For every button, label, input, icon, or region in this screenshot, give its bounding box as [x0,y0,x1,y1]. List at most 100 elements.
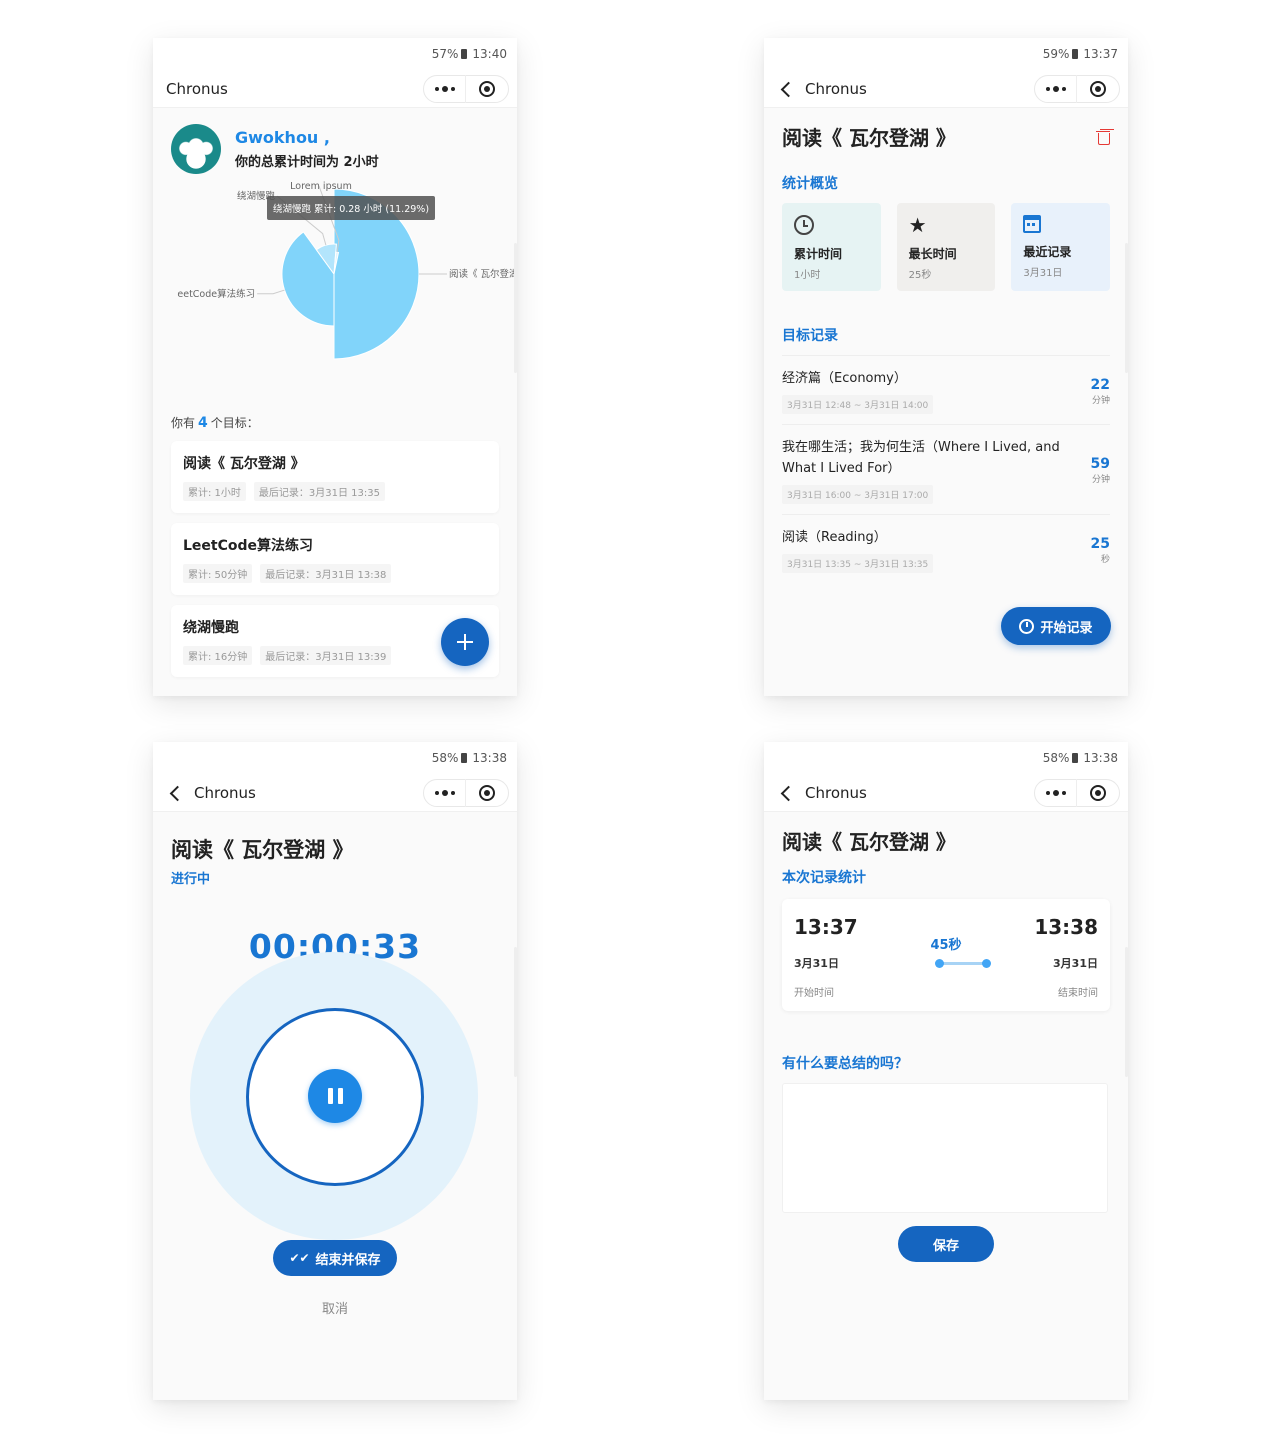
status-bar: 57% 13:40 [153,38,517,70]
goal-last-record: 最后记录：3月31日 13:39 [260,646,392,665]
start-time-label: 开始时间 [794,988,834,999]
finish-save-button[interactable]: ✔✔ 结束并保存 [273,1240,397,1276]
battery-percent: 59% [1042,47,1070,61]
close-target-icon[interactable] [466,779,508,807]
battery-icon [1072,49,1079,59]
scrollbar[interactable] [1125,243,1128,373]
record-time-range: 3月31日 16:00 ~ 3月31日 17:00 [782,485,934,504]
scrollbar[interactable] [1125,947,1128,1077]
record-time-range: 3月31日 13:35 ~ 3月31日 13:35 [782,554,934,573]
plus-icon [457,634,473,650]
close-target-icon[interactable] [1077,779,1119,807]
home-screen: 57% 13:40 Chronus Gwokhou , 你的总累计时间为 2小时… [153,38,517,696]
app-title: Chronus [805,79,867,98]
user-name: Gwokhou , [235,128,330,147]
goal-total: 累计: 16分钟 [183,646,253,665]
goal-count-line: 你有 4 个目标： [153,414,517,431]
stat-value: 3月31日 [1023,268,1063,279]
stat-label: 最近记录 [1023,245,1072,259]
more-icon[interactable] [424,74,467,103]
session-duration: 45秒 [930,938,962,953]
summary-question: 有什么要总结的吗？ [782,1056,908,1072]
records-section-title: 目标记录 [782,328,838,344]
close-target-icon[interactable] [1077,75,1119,103]
nav-bar: Chronus [153,774,517,812]
stat-label: 累计时间 [794,247,843,261]
pie-label: eetCode算法练习 [177,288,255,300]
pause-icon [337,1088,343,1104]
goal-card[interactable]: LeetCode算法练习 累计: 50分钟 最后记录：3月31日 13:38 [171,523,499,595]
more-icon[interactable] [1035,74,1078,103]
clock-icon [794,215,814,235]
stat-tiles: 累计时间 1小时 ★ 最长时间 25秒 最近记录 3月31日 [764,193,1128,291]
summary-note-input[interactable] [782,1083,1108,1213]
more-icon[interactable] [424,778,467,807]
summary-section-title: 本次记录统计 [782,870,866,886]
record-item[interactable]: 阅读（Reading） 3月31日 13:35 ~ 3月31日 13:35 25… [782,514,1110,583]
record-duration-unit: 秒 [1100,554,1110,565]
back-icon[interactable] [166,783,186,803]
avatar[interactable] [171,124,221,174]
save-button[interactable]: 保存 [898,1226,994,1262]
finish-save-label: 结束并保存 [315,1252,381,1268]
nav-bar: Chronus [764,70,1128,108]
record-item[interactable]: 我在哪生活；我为何生活（Where I Lived, and What I Li… [782,424,1110,514]
chart-tooltip-text: 绕湖慢跑 累计: 0.28 小时 (11.29%) [273,203,429,215]
end-date: 3月31日 [1053,957,1098,970]
pie-label-line [257,289,285,295]
app-title: Chronus [805,783,867,802]
record-title: 我在哪生活；我为何生活（Where I Lived, and What I Li… [782,440,1060,476]
record-duration: 22 [1090,376,1110,393]
more-icon[interactable] [1035,778,1078,807]
goal-count-prefix: 你有 [171,416,196,430]
start-date: 3月31日 [794,957,839,970]
close-target-icon[interactable] [466,75,508,103]
trash-icon[interactable] [1096,129,1110,145]
chart-tooltip: 绕湖慢跑 累计: 0.28 小时 (11.29%) [267,196,435,220]
calendar-icon [1023,215,1042,233]
battery-percent: 58% [431,751,459,765]
duration-connector [935,959,991,968]
battery-icon [461,753,468,763]
goal-title: LeetCode算法练习 [183,538,314,554]
cancel-button[interactable]: 取消 [153,1298,517,1317]
clock-time: 13:38 [472,751,507,765]
clock-time: 13:38 [1083,751,1118,765]
double-check-icon: ✔✔ [289,1251,310,1265]
back-icon[interactable] [777,783,797,803]
status-bar: 59% 13:37 [764,38,1128,70]
app-title: Chronus [166,79,228,98]
stat-tile-recent: 最近记录 3月31日 [1011,203,1111,291]
session-stats-card: 13:37 13:38 45秒 3月31日 3月31日 开始时间 结束时间 [782,899,1110,1011]
time-distribution-chart[interactable]: 阅读《 瓦尔登湖 》eetCode算法练习绕湖慢跑Lorem ipsum绕湖慢跑… [153,174,517,410]
goal-last-record: 最后记录：3月31日 13:38 [260,564,392,583]
add-goal-button[interactable] [441,618,489,666]
scrollbar[interactable] [514,947,517,1077]
status-badge: 进行中 [171,872,211,887]
page-title: 阅读《 瓦尔登湖 》 [171,838,354,862]
start-record-button[interactable]: 开始记录 [1001,607,1111,645]
rose-pie-chart[interactable]: 阅读《 瓦尔登湖 》eetCode算法练习绕湖慢跑Lorem ipsum绕湖慢跑… [153,174,517,410]
page-title: 阅读《 瓦尔登湖 》 [782,830,956,854]
status-bar: 58% 13:38 [153,742,517,774]
goal-total: 累计: 50分钟 [183,564,253,583]
mini-program-capsule [423,778,509,807]
star-icon: ★ [908,213,927,237]
battery-icon [1072,753,1079,763]
clock-time: 13:40 [472,47,507,61]
goal-total: 累计: 1小时 [183,482,246,501]
pause-button[interactable] [308,1069,362,1123]
pie-label: Lorem ipsum [290,181,352,192]
goal-detail-screen: 59% 13:37 Chronus 阅读《 瓦尔登湖 》 统计概览 累计时间 1… [764,38,1128,696]
record-duration: 25 [1090,535,1110,552]
record-duration: 59 [1090,456,1110,472]
record-item[interactable]: 经济篇（Economy） 3月31日 12:48 ~ 3月31日 14:00 2… [782,355,1110,424]
back-icon[interactable] [777,79,797,99]
nav-bar: Chronus [153,70,517,108]
goal-card[interactable]: 阅读《 瓦尔登湖 》 累计: 1小时 最后记录：3月31日 13:35 [171,441,499,513]
battery-icon [461,49,468,59]
battery-percent: 57% [431,47,459,61]
timer-running-screen: 58% 13:38 Chronus 阅读《 瓦尔登湖 》 进行中 00:00:3… [153,742,517,1400]
goal-last-record: 最后记录：3月31日 13:35 [253,482,386,501]
scrollbar[interactable] [514,243,517,373]
